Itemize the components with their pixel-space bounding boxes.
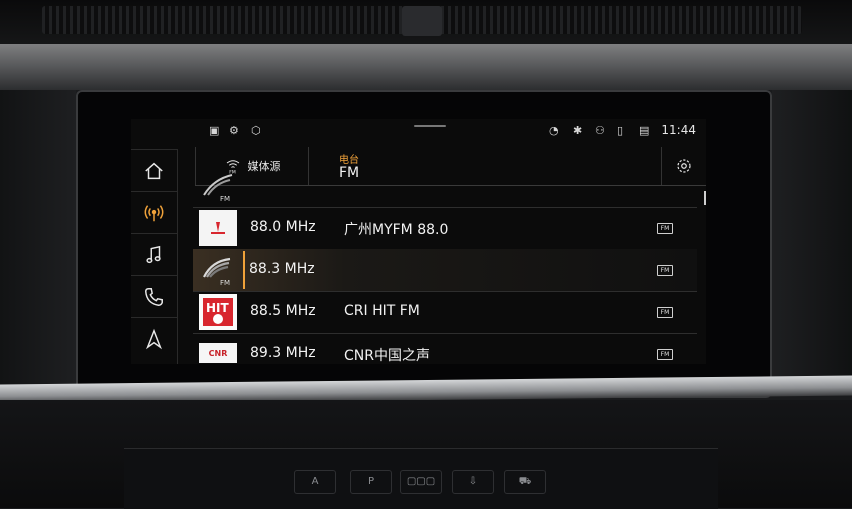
station-list: FM 88.0 MHz 广州MYFM 88.0 FM FM 88.3 MHz F…	[193, 174, 703, 364]
bluetooth-icon: ✱	[573, 124, 583, 137]
station-name: 广州MYFM 88.0	[344, 222, 449, 238]
phone-icon	[145, 288, 163, 306]
download-icon: ⇩	[468, 476, 478, 487]
svg-text:HIT: HIT	[206, 301, 230, 315]
drag-handle[interactable]	[414, 125, 446, 127]
car-icon: ▣	[209, 124, 220, 137]
station-name: CRI HIT FM	[344, 303, 420, 319]
hitfm-logo: HIT	[199, 294, 237, 330]
voice-icon: ◔	[549, 124, 559, 137]
auto-hold-button[interactable]: A	[294, 470, 336, 494]
station-name: CNR中国之声	[344, 348, 430, 364]
nav-phone[interactable]	[131, 275, 177, 318]
clock: 11:44	[661, 123, 696, 137]
station-frequency: 88.3 MHz	[249, 261, 315, 277]
status-bar: ▣ ⚙ ⬡ ◔ ✱ ⚇ ▯ ▤ 11:44	[131, 119, 706, 143]
list-item[interactable]: FM	[193, 165, 697, 208]
signal-icon: ▤	[639, 124, 650, 137]
fm-badge: FM	[657, 307, 673, 318]
myfm-logo	[199, 210, 237, 246]
fm-wave-logo: FM	[199, 252, 237, 288]
nav-radio[interactable]	[131, 191, 177, 234]
nav-media[interactable]	[131, 233, 177, 276]
fm-wave-logo: FM	[199, 168, 237, 204]
list-item-selected[interactable]: FM 88.3 MHz FM	[193, 249, 697, 292]
radio-icon	[144, 205, 164, 222]
selection-indicator	[243, 251, 245, 289]
seat-button[interactable]: ⇩	[452, 470, 494, 494]
vent-knob[interactable]	[402, 6, 442, 36]
home-icon	[145, 162, 163, 180]
car-icon: ⛟	[518, 476, 532, 487]
infotainment-screen: ▣ ⚙ ⬡ ◔ ✱ ⚇ ▯ ▤ 11:44 FM 媒体源 电台 FM FM 88…	[131, 119, 706, 364]
scrollbar[interactable]	[704, 191, 706, 205]
fm-badge: FM	[657, 349, 673, 360]
dashboard-trim	[0, 44, 852, 90]
list-item[interactable]: 88.0 MHz 广州MYFM 88.0 FM	[193, 207, 697, 250]
package-icon: ⬡	[251, 124, 261, 137]
cnr-logo-text: CNR	[208, 348, 228, 358]
parking-button[interactable]: P	[350, 470, 392, 494]
svg-text:FM: FM	[220, 279, 230, 287]
drive-select-button[interactable]: ⛟	[504, 470, 546, 494]
fm-badge: FM	[657, 265, 673, 276]
fm-badge: FM	[657, 223, 673, 234]
dashboard-side-left	[0, 90, 76, 390]
music-note-icon	[146, 245, 161, 264]
list-item[interactable]: CNR 89.3 MHz CNR中国之声 FM	[193, 333, 697, 364]
cnr-logo: CNR	[199, 343, 237, 363]
svg-text:FM: FM	[220, 195, 230, 203]
connectivity-icon: ⚙	[229, 124, 239, 137]
dashboard-side-right	[772, 90, 852, 390]
phone-icon: ▯	[617, 124, 624, 137]
header-category: 电台	[339, 155, 359, 166]
nav-rail	[131, 149, 178, 364]
navigation-arrow-icon	[146, 328, 162, 350]
hazard-button[interactable]: ▢▢▢	[400, 470, 442, 494]
station-frequency: 88.5 MHz	[250, 303, 316, 319]
person-icon: ⚇	[595, 124, 605, 137]
nav-home[interactable]	[131, 149, 177, 192]
station-frequency: 88.0 MHz	[250, 219, 316, 235]
list-item[interactable]: HIT 88.5 MHz CRI HIT FM FM	[193, 291, 697, 334]
hazard-icon: ▢▢▢	[406, 476, 436, 487]
nav-navigation[interactable]	[131, 317, 177, 360]
station-frequency: 89.3 MHz	[250, 345, 316, 361]
air-vent	[0, 0, 852, 44]
